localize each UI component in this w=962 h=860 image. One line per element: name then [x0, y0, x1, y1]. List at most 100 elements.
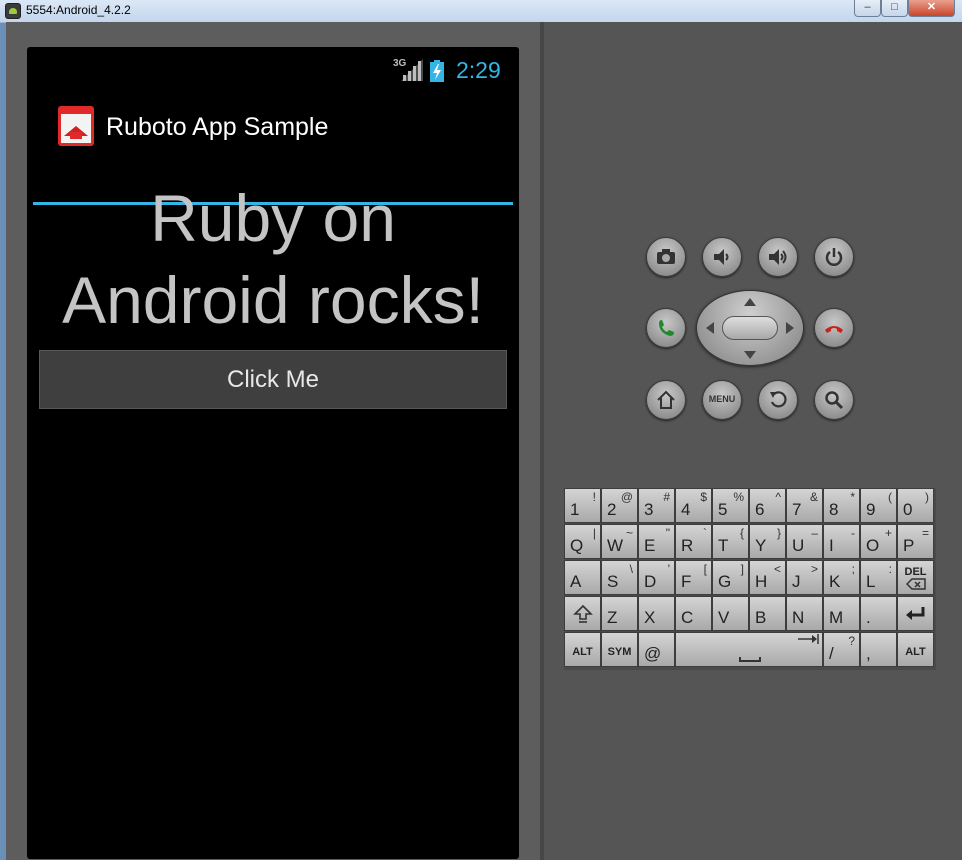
key-d[interactable]: D ': [638, 560, 675, 595]
key-y[interactable]: Y}: [749, 524, 786, 559]
dpad[interactable]: [696, 290, 804, 366]
key-k[interactable]: K;: [823, 560, 860, 595]
dpad-left-icon[interactable]: [706, 322, 714, 334]
key-b[interactable]: B: [749, 596, 786, 631]
back-button[interactable]: [758, 380, 798, 420]
key-t[interactable]: T{: [712, 524, 749, 559]
key-label: 0: [903, 500, 913, 519]
key-v[interactable]: V: [712, 596, 749, 631]
home-button[interactable]: [646, 380, 686, 420]
key-i[interactable]: I-: [823, 524, 860, 559]
key-symbol: ": [665, 526, 670, 540]
key-label: Q: [570, 536, 584, 555]
key-symbol: \: [629, 562, 633, 576]
action-bar: Ruboto App Sample: [27, 91, 519, 205]
click-me-button[interactable]: Click Me: [39, 350, 507, 409]
key-u[interactable]: U –: [786, 524, 823, 559]
key-q[interactable]: Q |: [564, 524, 601, 559]
key-6[interactable]: 6 ^: [749, 488, 786, 523]
key-symbol: ): [925, 490, 929, 504]
key-s[interactable]: S \: [601, 560, 638, 595]
key-j[interactable]: J >: [786, 560, 823, 595]
key-label: H: [755, 572, 768, 591]
headline-line-1: Ruby on: [150, 181, 396, 255]
key-label: A: [570, 572, 582, 591]
key-g[interactable]: G]: [712, 560, 749, 595]
android-app-icon: [5, 3, 21, 19]
key-2[interactable]: 2 @: [601, 488, 638, 523]
close-button[interactable]: ✕: [908, 0, 955, 17]
ruboto-app-icon: [58, 106, 94, 146]
minimize-button[interactable]: –: [854, 0, 881, 17]
key-symbol: :: [888, 562, 892, 576]
key-9[interactable]: 9(: [860, 488, 897, 523]
pane-divider: [540, 22, 544, 860]
key-sym[interactable]: SYM: [601, 632, 638, 667]
end-call-button[interactable]: [814, 308, 854, 348]
key-symbol: `: [703, 526, 707, 540]
call-button[interactable]: [646, 308, 686, 348]
key-h[interactable]: H <: [749, 560, 786, 595]
key-symbol: %: [733, 490, 744, 504]
key-z[interactable]: Z: [601, 596, 638, 631]
key-1[interactable]: 1!: [564, 488, 601, 523]
key-slash[interactable]: /?: [823, 632, 860, 667]
key-l[interactable]: L:: [860, 560, 897, 595]
key-label: DEL: [904, 566, 927, 578]
dpad-center-button[interactable]: [722, 316, 778, 340]
key-5[interactable]: 5%: [712, 488, 749, 523]
key-comma[interactable]: ,: [860, 632, 897, 667]
menu-button[interactable]: MENU: [702, 380, 742, 420]
key-symbol: [: [703, 562, 707, 576]
key-alt-right[interactable]: ALT: [897, 632, 934, 667]
search-button[interactable]: [814, 380, 854, 420]
key-label: 9: [866, 500, 876, 519]
key-x[interactable]: X: [638, 596, 675, 631]
power-icon: [825, 248, 843, 266]
volume-up-button[interactable]: [758, 237, 798, 277]
key-0[interactable]: 0): [897, 488, 934, 523]
power-button[interactable]: [814, 237, 854, 277]
key-p[interactable]: P =: [897, 524, 934, 559]
key-label: 1: [570, 500, 580, 519]
device-screen[interactable]: 3G 2:29 Ruboto App Sample Ruby on Androi…: [27, 47, 519, 859]
maximize-button[interactable]: □: [881, 0, 908, 17]
key-symbol: =: [921, 526, 929, 540]
key-4[interactable]: 4 $: [675, 488, 712, 523]
key-label: E: [644, 536, 656, 555]
key-period[interactable]: .: [860, 596, 897, 631]
key-r[interactable]: R `: [675, 524, 712, 559]
key-e[interactable]: E ": [638, 524, 675, 559]
dpad-up-icon[interactable]: [744, 298, 756, 306]
key-label: 8: [829, 500, 839, 519]
space-and-tab-icon: [739, 634, 819, 662]
volume-down-button[interactable]: [702, 237, 742, 277]
key-c[interactable]: C: [675, 596, 712, 631]
key-8[interactable]: 8 *: [823, 488, 860, 523]
key-a[interactable]: A: [564, 560, 601, 595]
key-delete[interactable]: DEL: [897, 560, 934, 595]
key-label: 6: [755, 500, 765, 519]
key-label: 3: [644, 500, 654, 519]
key-label: U: [792, 536, 805, 555]
dpad-right-icon[interactable]: [786, 322, 794, 334]
key-n[interactable]: N: [786, 596, 823, 631]
key-3[interactable]: 3 #: [638, 488, 675, 523]
dpad-down-icon[interactable]: [744, 351, 756, 359]
key-symbol: ]: [740, 562, 744, 576]
key-7[interactable]: 7 &: [786, 488, 823, 523]
key-symbol: $: [700, 490, 707, 504]
key-symbol: -: [851, 526, 855, 540]
key-label: N: [792, 608, 805, 627]
key-o[interactable]: O +: [860, 524, 897, 559]
key-shift[interactable]: [564, 596, 601, 631]
key-m[interactable]: M: [823, 596, 860, 631]
key-alt-left[interactable]: ALT: [564, 632, 601, 667]
camera-button[interactable]: [646, 237, 686, 277]
key-f[interactable]: F[: [675, 560, 712, 595]
key-at[interactable]: @: [638, 632, 675, 667]
key-space[interactable]: [675, 632, 823, 667]
key-w[interactable]: W ~: [601, 524, 638, 559]
key-enter[interactable]: [897, 596, 934, 631]
key-label: S: [607, 572, 619, 591]
